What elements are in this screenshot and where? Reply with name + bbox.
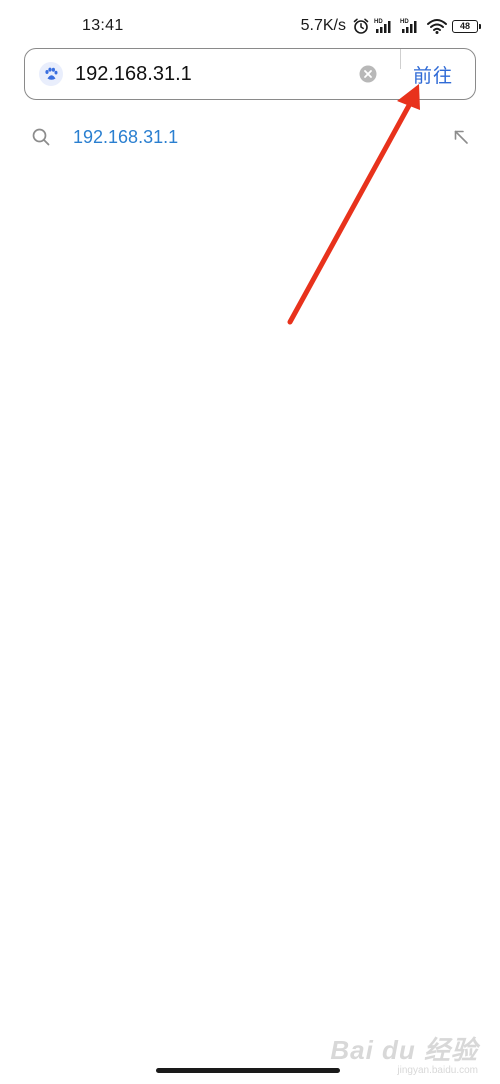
- battery-icon: 48: [452, 19, 481, 33]
- home-indicator[interactable]: [156, 1068, 340, 1073]
- wifi-icon: [426, 17, 448, 35]
- status-time: 13:41: [82, 17, 124, 34]
- hd-signal-icon-2: HD: [400, 17, 422, 35]
- svg-text:HD: HD: [374, 19, 383, 25]
- svg-text:HD: HD: [400, 19, 409, 25]
- go-button[interactable]: 前往: [413, 61, 453, 88]
- alarm-icon: [352, 17, 370, 35]
- hd-signal-icon: HD: [374, 17, 396, 35]
- fill-query-arrow-icon[interactable]: [452, 128, 470, 146]
- address-input[interactable]: [75, 60, 365, 88]
- suggestion-text: 192.168.31.1: [73, 127, 179, 147]
- status-icons: 5.7K/s HD HD 48: [300, 14, 481, 38]
- watermark-main: Bai du 经验: [330, 1035, 478, 1065]
- search-icon: [31, 127, 51, 147]
- clear-icon[interactable]: [359, 65, 377, 83]
- battery-level: 48: [459, 20, 470, 31]
- watermark: Bai du 经验 jingyan.baidu.com: [330, 1030, 478, 1076]
- suggestion-item[interactable]: 192.168.31.1: [0, 116, 500, 158]
- annotation-arrow: [287, 84, 420, 325]
- go-divider: [400, 49, 401, 69]
- network-speed: 5.7K/s: [300, 17, 346, 34]
- address-search-bar[interactable]: 前往: [24, 48, 476, 100]
- status-bar: 13:41 5.7K/s HD HD 48: [0, 0, 500, 46]
- baidu-paw-icon: [39, 62, 63, 86]
